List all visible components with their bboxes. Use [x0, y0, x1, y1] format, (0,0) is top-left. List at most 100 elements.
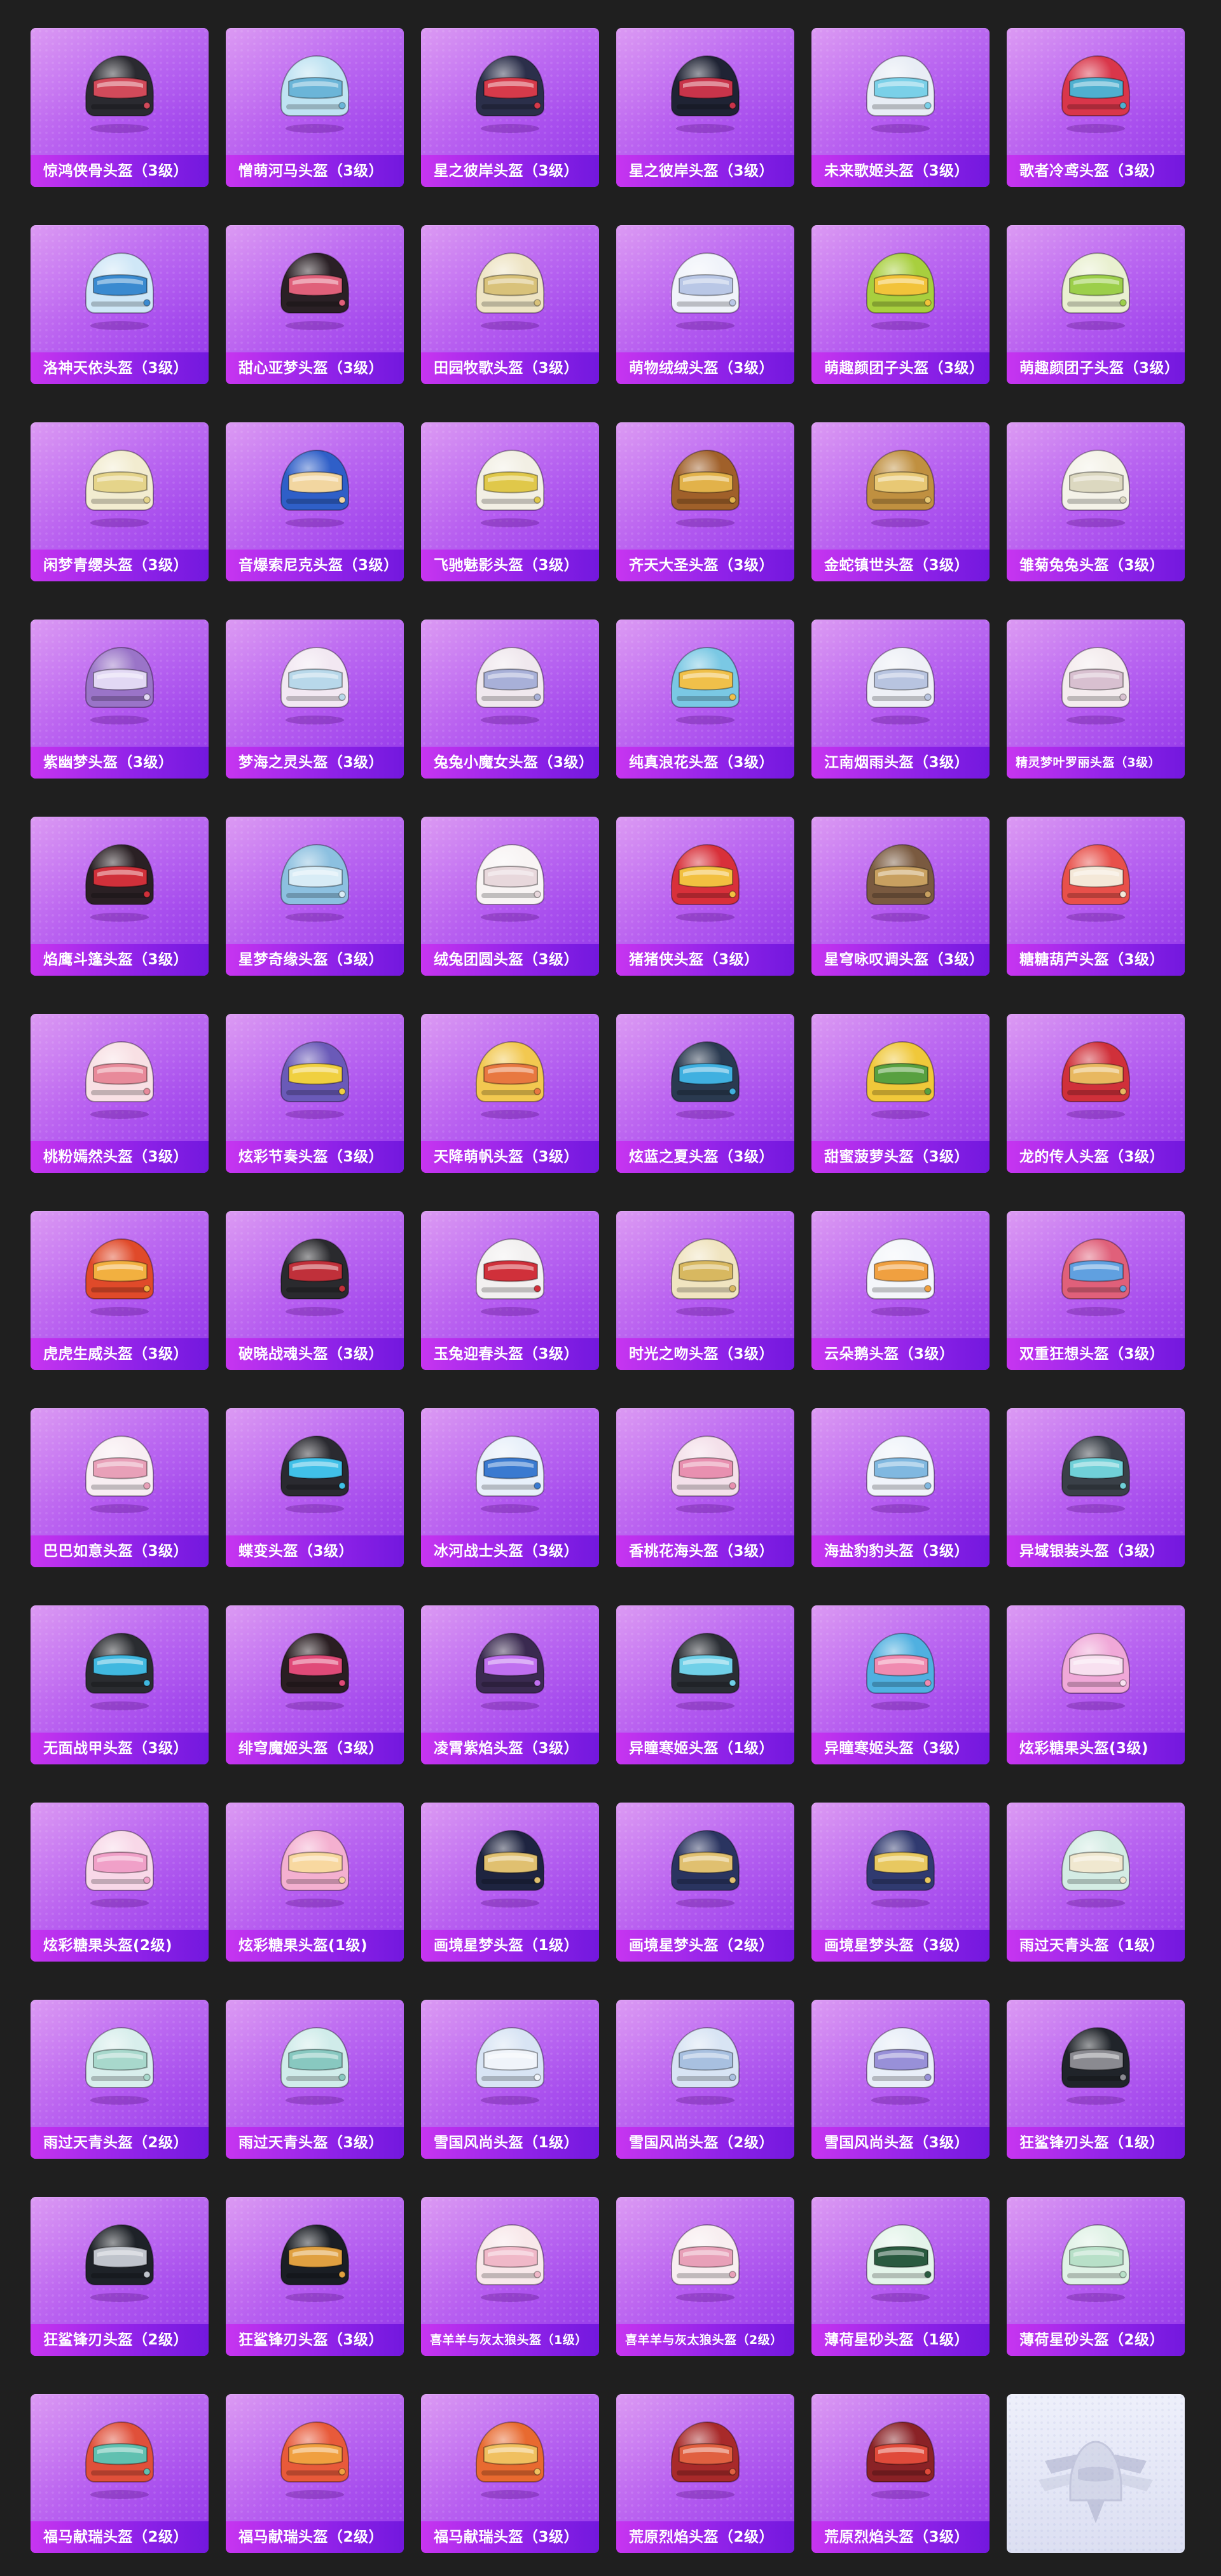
- helmet-card[interactable]: 糖糖葫芦头盔（3级）: [1007, 817, 1185, 976]
- helmet-card[interactable]: 田园牧歌头盔（3级）: [421, 225, 599, 384]
- helmet-card[interactable]: 闲梦青缨头盔（3级）: [31, 422, 209, 581]
- helmet-card[interactable]: 时光之吻头盔（3级）: [616, 1211, 794, 1370]
- helmet-card[interactable]: 狂鲨锋刃头盔（3级）: [226, 2197, 404, 2356]
- helmet-card[interactable]: 歌者冷鸢头盔（3级）: [1007, 28, 1185, 187]
- helmet-card[interactable]: 雨过天青头盔（2级）: [31, 2000, 209, 2159]
- helmet-card[interactable]: 异瞳寒姬头盔（3级）: [811, 1605, 990, 1764]
- helmet-card[interactable]: 雨过天青头盔（1级）: [1007, 1803, 1185, 1962]
- ruyi-helmet-icon: [72, 1422, 167, 1518]
- helmet-card[interactable]: 甜蜜菠萝头盔（3级）: [811, 1014, 990, 1173]
- misty-rain-helmet-icon: [853, 634, 948, 729]
- helmet-card[interactable]: 甜心亚梦头盔（3级）: [226, 225, 404, 384]
- helmet-card[interactable]: 无面战甲头盔（3级）: [31, 1605, 209, 1764]
- helmet-card[interactable]: 齐天大圣头盔（3级）: [616, 422, 794, 581]
- helmet-card[interactable]: 福马献瑞头盔（2级）: [31, 2394, 209, 2553]
- helmet-card[interactable]: 异瞳寒姬头盔（1级）: [616, 1605, 794, 1764]
- helmet-card[interactable]: 画境星梦头盔（1级）: [421, 1803, 599, 1962]
- bunny-witch-helmet-icon: [462, 634, 558, 729]
- helmet-card[interactable]: 狂鲨锋刃头盔（2级）: [31, 2197, 209, 2356]
- helmet-card[interactable]: 炫蓝之夏头盔（3级）: [616, 1014, 794, 1173]
- helmet-card[interactable]: 画境星梦头盔（3级）: [811, 1803, 990, 1962]
- helmet-card[interactable]: 萌趣颜团子头盔（3级）: [811, 225, 990, 384]
- snow-country-helmet-icon: [462, 2014, 558, 2109]
- helmet-card[interactable]: 薄荷星砂头盔（2级）: [1007, 2197, 1185, 2356]
- helmet-name: 狂鲨锋刃头盔（2级）: [31, 2324, 209, 2356]
- helmet-card[interactable]: 梦海之灵头盔（3级）: [226, 620, 404, 779]
- helmet-card[interactable]: 精灵梦叶罗丽头盔（3级）: [1007, 620, 1185, 779]
- snow-country-helmet-icon: [853, 2014, 948, 2109]
- helmet-card[interactable]: 星穹咏叹调头盔（3级）: [811, 817, 990, 976]
- helmet-card[interactable]: 雪国风尚头盔（3级）: [811, 2000, 990, 2159]
- helmet-card[interactable]: 雨过天青头盔（3级）: [226, 2000, 404, 2159]
- helmet-card[interactable]: 海盐豹豹头盔（3级）: [811, 1408, 990, 1567]
- helmet-card[interactable]: 紫幽梦头盔（3级）: [31, 620, 209, 779]
- helmet-card[interactable]: 炫彩糖果头盔(3级): [1007, 1605, 1185, 1764]
- helmet-card[interactable]: 喜羊羊与灰太狼头盔（1级）: [421, 2197, 599, 2356]
- helmet-card[interactable]: 冰河战士头盔（3级）: [421, 1408, 599, 1567]
- placeholder-card[interactable]: [1007, 2394, 1185, 2553]
- helmet-name: 冰河战士头盔（3级）: [421, 1535, 599, 1567]
- dango-helmet-icon: [1048, 239, 1143, 335]
- helmet-card[interactable]: 荒原烈焰头盔（2级）: [616, 2394, 794, 2553]
- helmet-card[interactable]: 音爆索尼克头盔（3级）: [226, 422, 404, 581]
- helmet-card[interactable]: 飞驰魅影头盔（3级）: [421, 422, 599, 581]
- helmet-card[interactable]: 绒兔团圆头盔（3级）: [421, 817, 599, 976]
- helmet-card[interactable]: 雪国风尚头盔（1级）: [421, 2000, 599, 2159]
- helmet-card[interactable]: 憎萌河马头盔（3级）: [226, 28, 404, 187]
- helmet-card[interactable]: 萌趣颜团子头盔（3级）: [1007, 225, 1185, 384]
- helmet-card[interactable]: 荒原烈焰头盔（3级）: [811, 2394, 990, 2553]
- pleasant-goat-helmet-icon: [462, 2211, 558, 2306]
- helmet-card[interactable]: 薄荷星砂头盔（1级）: [811, 2197, 990, 2356]
- helmet-card[interactable]: 凌霄紫焰头盔（3级）: [421, 1605, 599, 1764]
- monkey-king-helmet-icon: [658, 436, 753, 532]
- helmet-name: 星梦奇缘头盔（3级）: [226, 944, 404, 976]
- helmet-card[interactable]: 猪猪侠头盔（3级）: [616, 817, 794, 976]
- helmet-card[interactable]: 惊鸿侠骨头盔（3级）: [31, 28, 209, 187]
- helmet-card[interactable]: 云朵鹅头盔（3级）: [811, 1211, 990, 1370]
- helmet-card[interactable]: 双重狂想头盔（3级）: [1007, 1211, 1185, 1370]
- helmet-card[interactable]: 蝶变头盔（3级）: [226, 1408, 404, 1567]
- helmet-name: 绒兔团圆头盔（3级）: [421, 944, 599, 976]
- helmet-card[interactable]: 洛神天依头盔（3级）: [31, 225, 209, 384]
- helmet-card[interactable]: 雏菊兔兔头盔（3级）: [1007, 422, 1185, 581]
- helmet-card[interactable]: 虎虎生威头盔（3级）: [31, 1211, 209, 1370]
- helmet-card[interactable]: 星之彼岸头盔（3级）: [616, 28, 794, 187]
- helmet-card[interactable]: 狂鲨锋刃头盔（1级）: [1007, 2000, 1185, 2159]
- helmet-card[interactable]: 炫彩节奏头盔（3级）: [226, 1014, 404, 1173]
- helmet-card[interactable]: 福马献瑞头盔（3级）: [421, 2394, 599, 2553]
- helmet-card[interactable]: 异域银装头盔（3级）: [1007, 1408, 1185, 1567]
- helmet-card[interactable]: 雪国风尚头盔（2级）: [616, 2000, 794, 2159]
- helmet-card[interactable]: 玉兔迎春头盔（3级）: [421, 1211, 599, 1370]
- helmet-card[interactable]: 纯真浪花头盔（3级）: [616, 620, 794, 779]
- helmet-card[interactable]: 福马献瑞头盔（2级）: [226, 2394, 404, 2553]
- helmet-card[interactable]: 龙的传人头盔（3级）: [1007, 1014, 1185, 1173]
- fluffy-helmet-icon: [658, 239, 753, 335]
- helmet-name: 甜心亚梦头盔（3级）: [226, 352, 404, 384]
- helmet-card[interactable]: 萌物绒绒头盔（3级）: [616, 225, 794, 384]
- helmet-card[interactable]: 金蛇镇世头盔（3级）: [811, 422, 990, 581]
- helmet-card[interactable]: 焰鹰斗篷头盔（3级）: [31, 817, 209, 976]
- helmet-card[interactable]: 天降萌帆头盔（3级）: [421, 1014, 599, 1173]
- hippo-helmet-icon: [267, 42, 362, 137]
- time-kiss-helmet-icon: [658, 1225, 753, 1320]
- helmet-card[interactable]: 画境星梦头盔（2级）: [616, 1803, 794, 1962]
- helmet-card[interactable]: 巴巴如意头盔（3级）: [31, 1408, 209, 1567]
- helmet-card[interactable]: 桃粉嫣然头盔（3级）: [31, 1014, 209, 1173]
- helmet-card[interactable]: 喜羊羊与灰太狼头盔（2级）: [616, 2197, 794, 2356]
- helmet-name: 萌趣颜团子头盔（3级）: [1007, 352, 1185, 384]
- tiger-helmet-icon: [72, 1225, 167, 1320]
- helmet-name: 巴巴如意头盔（3级）: [31, 1535, 209, 1567]
- helmet-card[interactable]: 星之彼岸头盔（3级）: [421, 28, 599, 187]
- helmet-card[interactable]: 破晓战魂头盔（3级）: [226, 1211, 404, 1370]
- helmet-card[interactable]: 炫彩糖果头盔(1级): [226, 1803, 404, 1962]
- helmet-card[interactable]: 星梦奇缘头盔（3级）: [226, 817, 404, 976]
- helmet-card[interactable]: 香桃花海头盔（3级）: [616, 1408, 794, 1567]
- helmet-card[interactable]: 兔兔小魔女头盔（3级）: [421, 620, 599, 779]
- helmet-card[interactable]: 江南烟雨头盔（3级）: [811, 620, 990, 779]
- snow-country-helmet-icon: [658, 2014, 753, 2109]
- helmet-card[interactable]: 未来歌姬头盔（3级）: [811, 28, 990, 187]
- helmet-name: 紫幽梦头盔（3级）: [31, 747, 209, 779]
- helmet-card[interactable]: 炫彩糖果头盔(2级): [31, 1803, 209, 1962]
- helmet-card[interactable]: 绯穹魔姬头盔（3级）: [226, 1605, 404, 1764]
- singer-helmet-icon: [1048, 42, 1143, 137]
